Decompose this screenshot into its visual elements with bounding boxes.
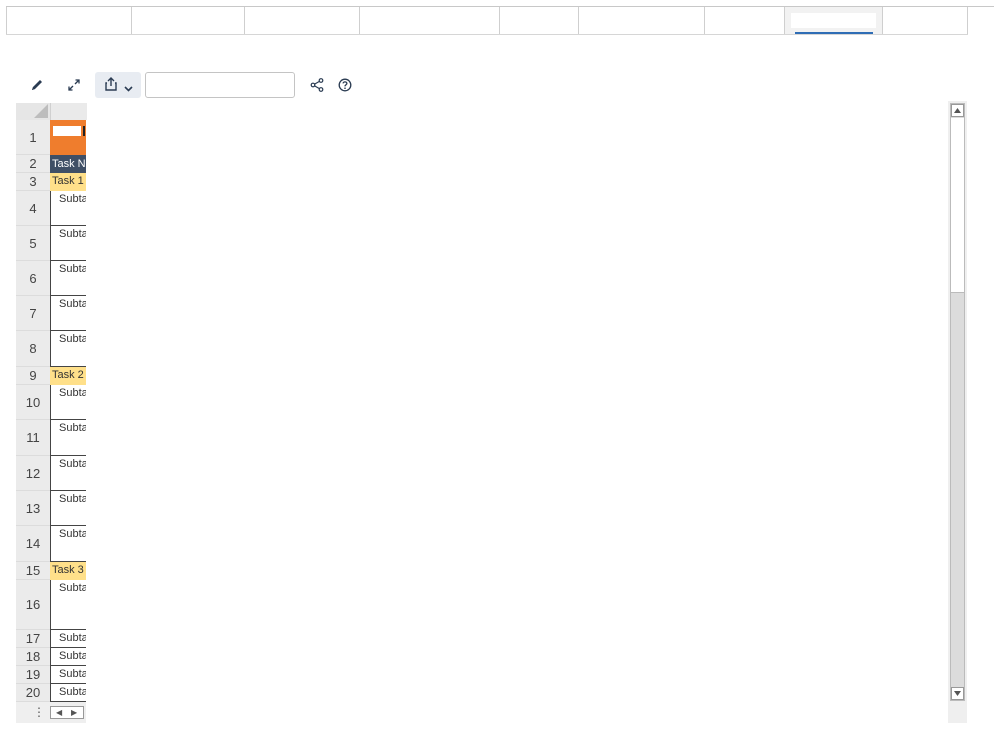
subtask-cell[interactable]: Subta	[50, 526, 86, 562]
row-header[interactable]: 8	[16, 331, 50, 367]
cell-text: Subta	[59, 422, 86, 434]
horizontal-scroll-control[interactable]: ◀ ▶	[50, 706, 84, 719]
chevron-down-icon	[124, 80, 133, 98]
subtask-cell[interactable]: Subta	[50, 666, 86, 684]
subtask-cell[interactable]: Subta	[50, 261, 86, 296]
tab-9[interactable]	[882, 7, 968, 34]
subtask-cell[interactable]: Subta	[50, 420, 86, 456]
tab-1[interactable]	[6, 7, 131, 34]
subtask-cell[interactable]: Subta	[50, 191, 86, 226]
more-options-icon[interactable]: ⋮	[33, 705, 45, 719]
cell-cursor	[83, 126, 85, 136]
row-header[interactable]: 18	[16, 648, 50, 666]
subtask-cell[interactable]: Subta	[50, 226, 86, 261]
title-cell[interactable]	[50, 120, 86, 155]
title-input-box	[53, 126, 81, 136]
row-header[interactable]: 19	[16, 666, 50, 684]
scroll-up-arrow[interactable]	[951, 104, 964, 117]
subtask-cell[interactable]: Subta	[50, 684, 86, 702]
cell-text: Subta	[59, 193, 86, 205]
row-header[interactable]: 1	[16, 120, 50, 155]
row-header[interactable]: 10	[16, 385, 50, 420]
row-header[interactable]: 12	[16, 456, 50, 491]
cell-text: Task 2	[52, 369, 84, 381]
cell-text: Subta	[59, 387, 86, 399]
row-header[interactable]: 13	[16, 491, 50, 526]
cell-text: Subta	[59, 333, 86, 345]
cell-text: Task 3	[52, 564, 84, 576]
tab-8-active[interactable]	[784, 7, 882, 34]
cell-text: Subta	[59, 650, 86, 662]
task-cell[interactable]: Task 1	[50, 173, 86, 191]
row-header[interactable]: 14	[16, 526, 50, 562]
row-header[interactable]: 20	[16, 684, 50, 702]
scroll-down-arrow[interactable]	[951, 687, 964, 700]
share-upload-icon	[104, 77, 118, 97]
cell-text: Subta	[59, 458, 86, 470]
help-icon	[338, 78, 352, 92]
tab-2[interactable]	[131, 7, 244, 34]
share-network-button[interactable]	[307, 72, 327, 98]
scrollbar-track[interactable]	[950, 103, 965, 701]
row-header[interactable]: 6	[16, 261, 50, 296]
row-header[interactable]: 11	[16, 420, 50, 456]
row-header[interactable]: 5	[16, 226, 50, 261]
row-header[interactable]: 2	[16, 155, 50, 173]
scroll-right-icon[interactable]: ▶	[71, 708, 77, 717]
tab-3[interactable]	[244, 7, 359, 34]
sheet-footer: ⋮ ◀ ▶	[16, 702, 86, 723]
scrollbar-thumb[interactable]	[951, 118, 964, 293]
task-cell[interactable]: Task 2	[50, 367, 86, 385]
scroll-left-icon[interactable]: ◀	[56, 708, 62, 717]
row-header[interactable]: 16	[16, 580, 50, 630]
tab-5[interactable]	[499, 7, 578, 34]
subtask-cell[interactable]: Subta	[50, 385, 86, 420]
tab-inner-highlight	[791, 13, 876, 28]
row-header[interactable]: 7	[16, 296, 50, 331]
cell-text: Task 1	[52, 175, 84, 187]
search-input[interactable]	[145, 72, 295, 98]
tab-strip-divider	[968, 6, 994, 7]
share-network-icon	[310, 78, 324, 92]
cell-text: Subta	[59, 668, 86, 680]
vertical-scrollbar[interactable]	[948, 101, 967, 723]
help-button[interactable]	[335, 72, 355, 98]
cell-text: Subta	[59, 686, 86, 698]
cell-text: Subta	[59, 298, 86, 310]
cell-text: Subta	[59, 582, 86, 594]
row-header[interactable]: 4	[16, 191, 50, 226]
subtask-cell[interactable]: Subta	[50, 630, 86, 648]
cell-text: Subta	[59, 493, 86, 505]
expand-icon	[67, 78, 81, 92]
active-tab-underline	[795, 32, 873, 34]
row-header[interactable]: 15	[16, 562, 50, 580]
subtask-cell[interactable]: Subta	[50, 491, 86, 526]
column-title-cell[interactable]: Task N	[50, 155, 86, 173]
subtask-cell[interactable]: Subta	[50, 331, 86, 367]
cell-text: Subta	[59, 263, 86, 275]
fullscreen-button[interactable]	[63, 72, 85, 98]
row-header[interactable]: 3	[16, 173, 50, 191]
tab-4[interactable]	[359, 7, 499, 34]
tab-7[interactable]	[704, 7, 784, 34]
subtask-cell[interactable]: Subta	[50, 648, 86, 666]
row-header[interactable]: 17	[16, 630, 50, 648]
row-header[interactable]: 9	[16, 367, 50, 385]
cell-text: Subta	[59, 528, 86, 540]
cell-text: Task N	[52, 158, 86, 170]
cell-text: Subta	[59, 632, 86, 644]
subtask-cell[interactable]: Subta	[50, 580, 86, 630]
cell-text: Subta	[59, 228, 86, 240]
share-dropdown-button[interactable]	[95, 72, 141, 98]
sheet-tab-strip	[6, 6, 968, 35]
subtask-cell[interactable]: Subta	[50, 296, 86, 331]
tab-6[interactable]	[578, 7, 704, 34]
select-all-corner[interactable]	[16, 103, 50, 120]
edit-button[interactable]	[26, 72, 48, 98]
task-cell[interactable]: Task 3	[50, 562, 86, 580]
pencil-icon	[30, 78, 44, 92]
subtask-cell[interactable]: Subta	[50, 456, 86, 491]
spreadsheet-grid: 1 2 Task N 3 Task 1 4 Subta 5 Subta 6 Subta 7 Subta 8…	[16, 103, 87, 723]
column-header-a[interactable]	[50, 103, 87, 120]
